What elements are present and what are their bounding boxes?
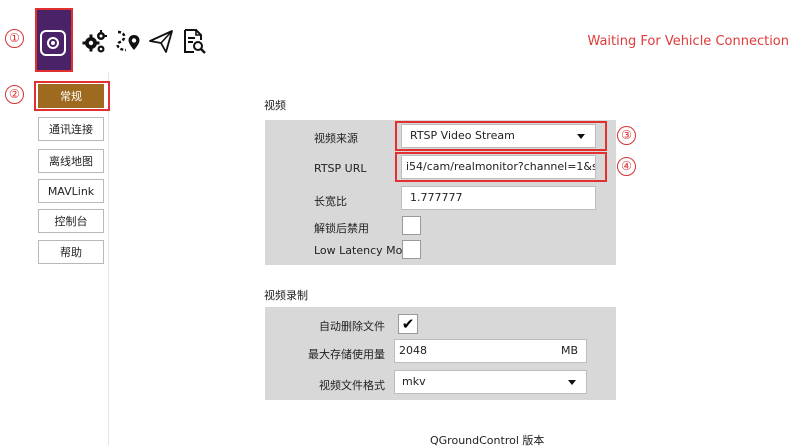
aspect-ratio-label: 长宽比 xyxy=(314,195,347,208)
disable-when-armed-label: 解锁后禁用 xyxy=(314,222,369,235)
video-file-format-label: 视频文件格式 xyxy=(319,379,385,392)
send-plane-icon[interactable] xyxy=(147,27,175,55)
sidebar-item-help[interactable]: 帮助 xyxy=(38,240,104,264)
qgc-version-label: QGroundControl 版本 xyxy=(430,434,545,447)
disable-when-armed-checkbox[interactable] xyxy=(402,216,421,235)
annotation-frame-3 xyxy=(395,121,607,151)
sidebar-item-offline-maps[interactable]: 离线地图 xyxy=(38,149,104,173)
auto-delete-files-label: 自动删除文件 xyxy=(319,320,385,333)
vehicle-connection-status: Waiting For Vehicle Connection xyxy=(587,34,789,49)
checkmark-icon: ✔ xyxy=(401,315,415,333)
sidebar-divider xyxy=(108,72,109,445)
route-waypoint-icon[interactable] xyxy=(114,27,142,55)
gears-icon[interactable] xyxy=(81,27,109,55)
max-storage-unit: MB xyxy=(560,344,578,357)
rtsp-url-label: RTSP URL xyxy=(314,162,367,175)
annotation-frame-2 xyxy=(34,81,110,111)
chevron-down-icon xyxy=(568,380,576,385)
video-file-format-select[interactable]: mkv xyxy=(394,370,587,394)
sidebar-item-mavlink[interactable]: MAVLink xyxy=(38,179,104,203)
annotation-frame-1 xyxy=(35,8,73,72)
aspect-ratio-input[interactable]: 1.777777 xyxy=(401,186,596,210)
low-latency-mode-checkbox[interactable] xyxy=(402,240,421,259)
video-recording-section-title: 视频录制 xyxy=(264,289,308,302)
max-storage-value: 2048 xyxy=(399,344,427,357)
annotation-marker-4: ④ xyxy=(617,157,636,176)
video-source-label: 视频来源 xyxy=(314,132,358,145)
auto-delete-files-checkbox[interactable]: ✔ xyxy=(398,314,418,334)
annotation-frame-4 xyxy=(395,152,607,182)
video-section-title: 视频 xyxy=(264,99,286,112)
max-storage-usage-input[interactable]: 2048 MB xyxy=(394,339,587,363)
annotation-marker-2: ② xyxy=(5,85,24,104)
max-storage-usage-label: 最大存储使用量 xyxy=(308,348,385,361)
video-file-format-value: mkv xyxy=(402,375,426,388)
low-latency-mode-label: Low Latency Mode xyxy=(314,244,417,257)
annotation-marker-3: ③ xyxy=(617,126,636,145)
sidebar-item-console[interactable]: 控制台 xyxy=(38,209,104,233)
document-analyze-icon[interactable] xyxy=(180,27,208,55)
sidebar-item-comm-links[interactable]: 通讯连接 xyxy=(38,117,104,141)
annotation-marker-1: ① xyxy=(5,29,24,48)
